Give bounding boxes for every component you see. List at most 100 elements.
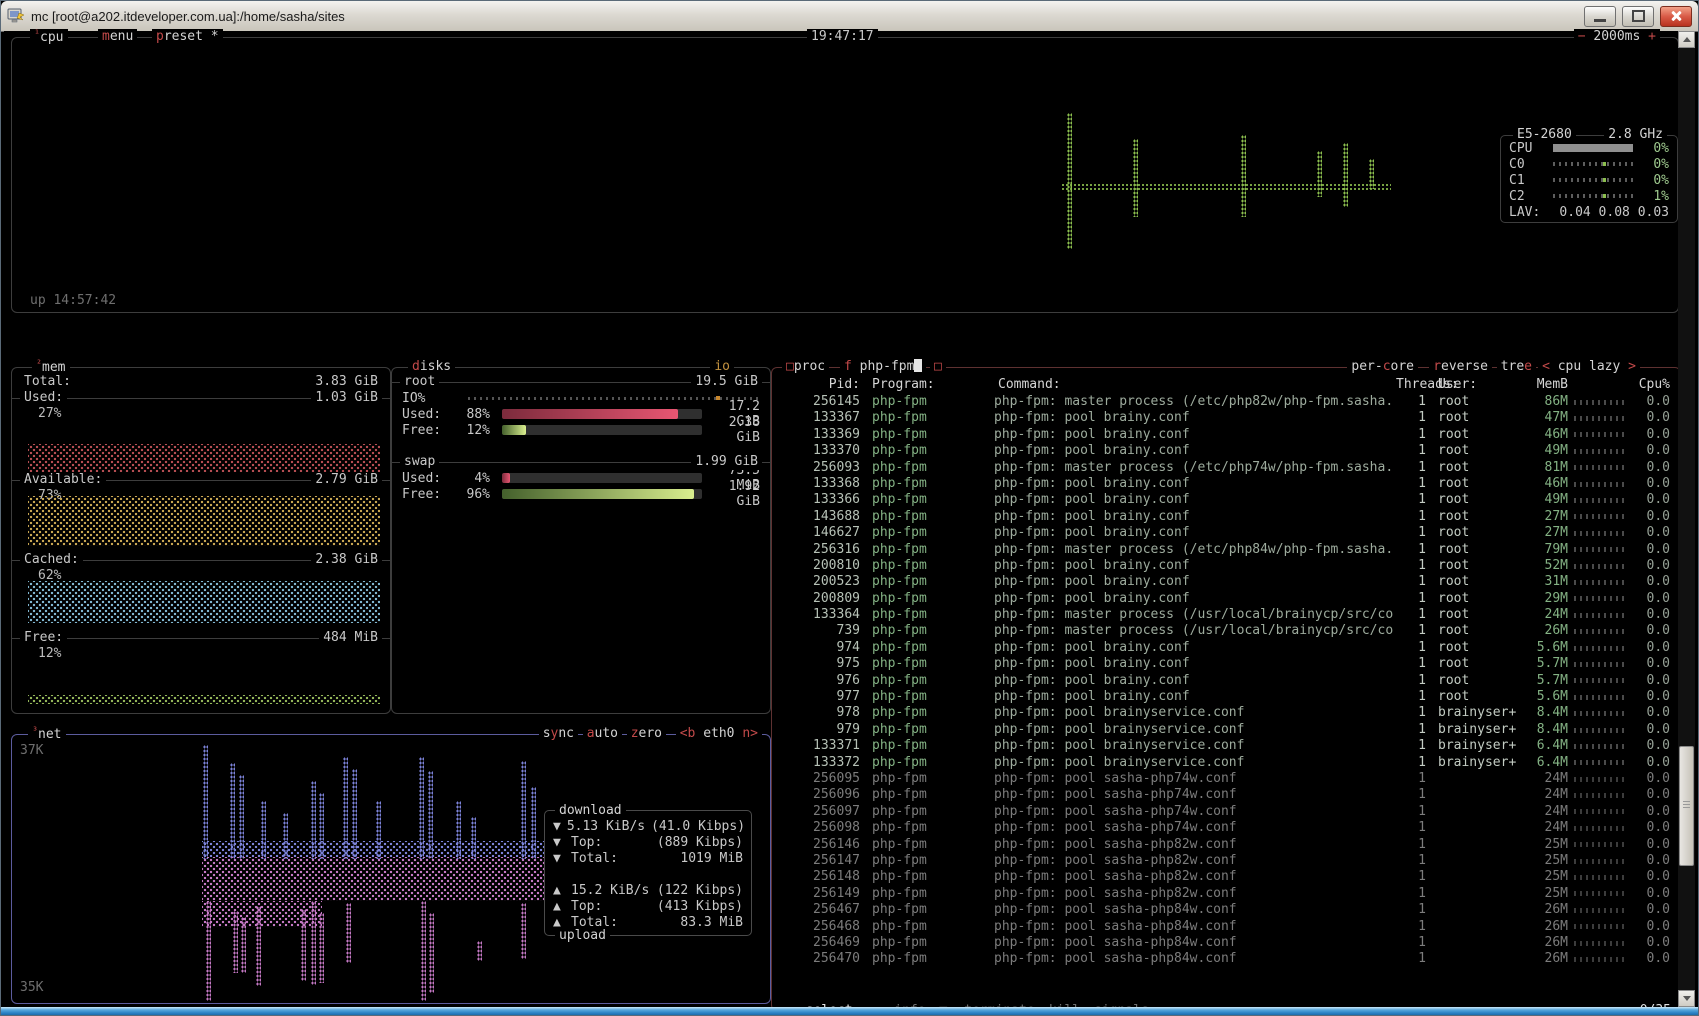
table-row[interactable]: 978 php-fpm php-fpm: pool brainyservice.… [772,705,1680,721]
table-row[interactable]: 975 php-fpm php-fpm: pool brainy.conf 1 … [772,656,1680,672]
mem-used-pct: 27% [38,406,61,421]
table-row[interactable]: 256096 php-fpm php-fpm: pool sasha-php74… [772,787,1680,803]
table-row[interactable]: 133372 php-fpm php-fpm: pool brainyservi… [772,755,1680,771]
net-stats-box: download ▼5.13 KiB/s(41.0 Kibps) ▼Top:(8… [544,810,752,936]
cpu-mini-meter [1568,837,1630,853]
table-row[interactable]: 256469 php-fpm php-fpm: pool sasha-php84… [772,935,1680,951]
up-arrow-icon: ▲ [553,899,565,914]
cpu-box-title[interactable]: ¹cpu [30,29,68,45]
download-label: download [555,803,626,818]
table-row[interactable]: 256467 php-fpm php-fpm: pool sasha-php84… [772,902,1680,918]
filter-cursor [914,359,922,372]
mem-box-title[interactable]: ²mem [32,359,70,375]
cpu-mini-meter [1568,886,1630,902]
disk-root-free-bar [502,425,702,435]
filter-clear-button[interactable]: □ [930,359,946,374]
proc-filter[interactable]: f php-fpm [840,359,926,374]
table-row[interactable]: 974 php-fpm php-fpm: pool brainy.conf 1 … [772,640,1680,656]
cpu-meter-box: E5-2680 2.8 GHz CPU 0% C0 0% C1 [1500,135,1678,223]
down-arrow-icon: ▼ [553,835,565,850]
scrollbar-thumb[interactable] [1679,746,1694,866]
table-row[interactable]: 133364 php-fpm php-fpm: master process (… [772,607,1680,623]
interval-plus-button[interactable]: + [1648,29,1656,44]
table-row[interactable]: 256098 php-fpm php-fpm: pool sasha-php74… [772,820,1680,836]
close-button[interactable] [1660,6,1692,27]
table-row[interactable]: 256097 php-fpm php-fpm: pool sasha-php74… [772,804,1680,820]
scrollbar[interactable] [1678,31,1695,1007]
uptime: up 14:57:42 [30,293,116,308]
table-row[interactable]: 256470 php-fpm php-fpm: pool sasha-php84… [772,951,1680,967]
net-zero-toggle[interactable]: zero [627,726,666,741]
preset-button[interactable]: preset * [152,29,223,44]
cpu-mini-meter [1568,492,1630,508]
load-average-row: LAV: 0.04 0.08 0.03 [1509,204,1669,220]
table-row[interactable]: 200810 php-fpm php-fpm: pool brainy.conf… [772,558,1680,574]
table-row[interactable]: 979 php-fpm php-fpm: pool brainyservice.… [772,722,1680,738]
cpu-mini-meter [1568,574,1630,590]
disk-root-name: root19.5 GiB [400,374,762,390]
cpu-mini-meter [1568,689,1630,705]
table-row[interactable]: 976 php-fpm php-fpm: pool brainy.conf 1 … [772,673,1680,689]
sort-next-button[interactable]: > [1628,359,1636,374]
table-row[interactable]: 256095 php-fpm php-fpm: pool sasha-php74… [772,771,1680,787]
table-row[interactable]: 146627 php-fpm php-fpm: pool brainy.conf… [772,525,1680,541]
table-row[interactable]: 133367 php-fpm php-fpm: pool brainy.conf… [772,410,1680,426]
cpu-mini-meter [1568,951,1630,967]
net-box-title[interactable]: ³net [28,726,66,742]
cpu-mini-meter [1568,755,1630,771]
proc-percore-toggle[interactable]: per-core [1347,359,1418,374]
table-row[interactable]: 133368 php-fpm php-fpm: pool brainy.conf… [772,476,1680,492]
table-row[interactable]: 739 php-fpm php-fpm: master process (/us… [772,623,1680,639]
disk-swap-free: Free:96% 1.92 GiB [402,486,760,502]
cpu-mini-meter [1568,591,1630,607]
table-row[interactable]: 133370 php-fpm php-fpm: pool brainy.conf… [772,443,1680,459]
disks-box-title[interactable]: disks [408,359,455,374]
net-auto-toggle[interactable]: auto [583,726,622,741]
minimize-button[interactable] [1584,6,1616,27]
cpu-mini-meter [1568,853,1630,869]
table-row[interactable]: 256146 php-fpm php-fpm: pool sasha-php82… [772,837,1680,853]
scroll-down-button[interactable] [1678,990,1695,1007]
sort-prev-button[interactable]: < [1542,359,1550,374]
cpu-mini-meter [1568,509,1630,525]
net-prev-button[interactable]: <b [680,726,696,741]
core2-row: C2 1% [1509,188,1669,204]
proc-tree-toggle[interactable]: tree [1497,359,1536,374]
interval-minus-button[interactable]: − [1578,29,1586,44]
table-row[interactable]: 133366 php-fpm php-fpm: pool brainy.conf… [772,492,1680,508]
table-row[interactable]: 256145 php-fpm php-fpm: master process (… [772,394,1680,410]
table-row[interactable]: 256093 php-fpm php-fpm: master process (… [772,460,1680,476]
table-row[interactable]: 256149 php-fpm php-fpm: pool sasha-php82… [772,886,1680,902]
cpu-mini-meter [1568,656,1630,672]
cpu-mini-meter [1568,919,1630,935]
table-row[interactable]: 200523 php-fpm php-fpm: pool brainy.conf… [772,574,1680,590]
mem-cached: Cached:2.38 GiB [20,552,382,568]
disk-root-used-bar [502,409,702,419]
disks-io-toggle[interactable]: io [710,359,734,374]
net-next-button[interactable]: n> [742,726,758,741]
upload-speed: ▲15.2 KiB/s(122 Kibps) [553,883,743,898]
titlebar[interactable]: mc [root@a202.itdeveloper.com.ua]:/home/… [1,1,1698,32]
terminal-content: ¹cpu menu preset * 19:47:17 − 2000ms + [4,31,1695,1007]
cpu-mini-meter [1568,525,1630,541]
table-row[interactable]: 256148 php-fpm php-fpm: pool sasha-php82… [772,869,1680,885]
mem-box: ²mem Total:3.83 GiB Used:1.03 GiB 27% Av… [11,367,391,714]
table-row[interactable]: 256147 php-fpm php-fpm: pool sasha-php82… [772,853,1680,869]
table-row[interactable]: 256468 php-fpm php-fpm: pool sasha-php84… [772,919,1680,935]
table-row[interactable]: 143688 php-fpm php-fpm: pool brainy.conf… [772,509,1680,525]
proc-sort-selector[interactable]: < cpu lazy > [1538,359,1640,374]
maximize-button[interactable] [1622,6,1654,27]
table-row[interactable]: 977 php-fpm php-fpm: pool brainy.conf 1 … [772,689,1680,705]
table-row[interactable]: 133371 php-fpm php-fpm: pool brainyservi… [772,738,1680,754]
scroll-up-button[interactable] [1678,31,1695,48]
table-row[interactable]: 200809 php-fpm php-fpm: pool brainy.conf… [772,591,1680,607]
net-interface-switcher[interactable]: <b eth0 n> [676,726,762,741]
net-sync-toggle[interactable]: sync [539,726,578,741]
download-top: ▼Top:(889 Kibps) [553,835,743,850]
proc-box-title[interactable]: □proc [782,359,829,374]
table-row[interactable]: 256316 php-fpm php-fpm: master process (… [772,542,1680,558]
proc-reverse-toggle[interactable]: reverse [1429,359,1492,374]
menu-button[interactable]: menu [98,29,137,44]
table-row[interactable]: 133369 php-fpm php-fpm: pool brainy.conf… [772,427,1680,443]
cpu-mini-meter [1568,607,1630,623]
